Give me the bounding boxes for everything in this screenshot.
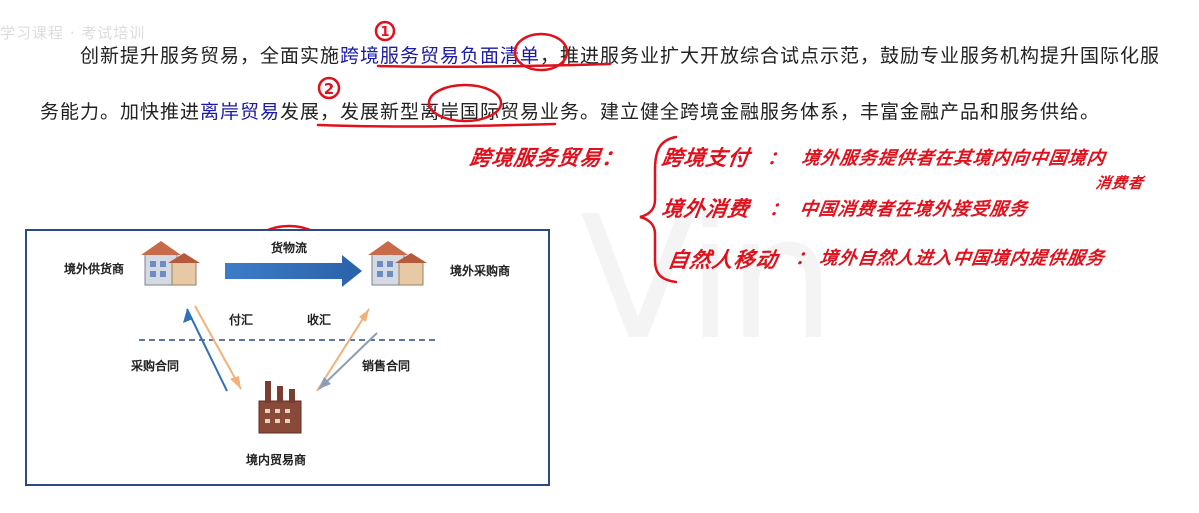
factory-icon: [258, 381, 302, 434]
pay-label: 付汇: [229, 313, 254, 327]
trade-flow-diagram: 境外供货商 境外采购商 货物流 付汇 收汇 采购合同 销售合同 境内贸易商: [25, 229, 550, 486]
hand-sep-3: ：: [794, 248, 817, 269]
goods-flow-label: 货物流: [271, 241, 308, 255]
left-party-label: 境外供货商: [64, 262, 125, 276]
right-party-label: 境外采购商: [450, 264, 511, 278]
hand-sep-2: ：: [768, 199, 791, 220]
hand-def-1: 境外服务提供者在其境内向中国境内: [800, 148, 1108, 169]
handwritten-title: 跨境服务贸易：: [468, 146, 626, 170]
hand-extra-2: 消费者: [1094, 174, 1146, 192]
hand-sep-1: ：: [766, 148, 789, 169]
hand-def-2: 中国消费者在境外接受服务: [798, 199, 1030, 220]
building-left-icon: [141, 241, 200, 286]
receive-label: 收汇: [307, 313, 332, 327]
offshore-trade-term: 离岸贸易: [200, 101, 281, 123]
para-seg1: 创新提升服务贸易，全面实施: [80, 45, 341, 67]
hand-term-2: 境外消费: [660, 197, 752, 221]
negative-list-term: 跨境服务贸易负面清单: [340, 45, 541, 67]
purchase-contract-label: 采购合同: [131, 359, 180, 373]
hand-term-3: 自然人移动: [666, 248, 780, 272]
building-right-icon: [368, 241, 427, 286]
hand-term-1: 跨境支付: [660, 146, 752, 170]
para-seg5: 发展，发展新型离岸国际贸易业务。建立健全跨境金融服务体系，丰富金融产品和服务供给…: [280, 101, 1101, 123]
goods-flow-arrow: [225, 255, 362, 287]
hand-def-3: 境外自然人进入中国境内提供服务: [818, 248, 1107, 269]
pay-arrow: [186, 308, 228, 392]
policy-paragraph: 创新提升服务贸易，全面实施跨境服务贸易负面清单，推进服务业扩大开放综合试点示范，…: [40, 28, 1170, 140]
bottom-party-label: 境内贸易商: [246, 453, 307, 467]
sales-contract-label: 销售合同: [362, 359, 411, 373]
